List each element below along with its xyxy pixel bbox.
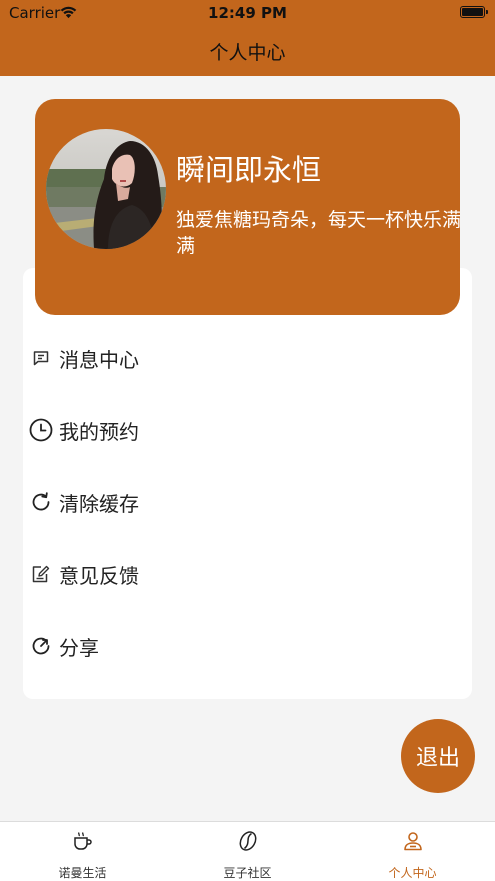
username: 瞬间即永恒 [176,153,322,187]
avatar-photo [46,129,166,249]
coffee-bean-icon [239,831,257,851]
page-title: 个人中心 [209,42,286,64]
menu-item-messages[interactable]: 消息中心 [23,328,472,388]
message-icon [29,346,53,370]
menu-item-label: 消息中心 [59,347,139,372]
coffee-cup-icon [74,832,92,850]
tab-community[interactable]: 豆子社区 [165,822,330,881]
profile-screen: Carrier 12:49 PM 个人中心 消息中心 我的预约 清除缓存 意见反… [0,0,495,881]
menu-card: 消息中心 我的预约 清除缓存 意见反馈 分享 [23,268,472,699]
person-icon [404,832,422,851]
tab-label: 豆子社区 [223,866,272,880]
status-time: 12:49 PM [208,4,287,22]
share-icon [29,634,53,658]
menu-item-label: 意见反馈 [59,563,139,588]
user-bio: 独爱焦糖玛奇朵，每天一杯快乐满满 [176,209,460,257]
menu-item-label: 清除缓存 [59,491,139,516]
menu-item-label: 分享 [59,635,99,660]
logout-button[interactable]: 退出 [401,719,475,793]
tab-life[interactable]: 诺曼生活 [0,822,165,881]
tab-label: 个人中心 [388,866,437,880]
menu-item-label: 我的预约 [59,419,139,444]
menu-item-feedback[interactable]: 意见反馈 [23,544,472,604]
profile-card[interactable]: 瞬间即永恒 独爱焦糖玛奇朵，每天一杯快乐满满 [35,99,460,315]
tab-profile[interactable]: 个人中心 [330,822,495,881]
menu-item-share[interactable]: 分享 [23,616,472,676]
top-bar: Carrier 12:49 PM 个人中心 [0,0,495,76]
tab-label: 诺曼生活 [58,866,107,880]
menu-item-appointments[interactable]: 我的预约 [23,400,472,460]
battery-icon [460,6,488,18]
refresh-icon [29,490,53,514]
status-bar: Carrier 12:49 PM [0,0,495,26]
clock-icon [29,418,53,442]
tab-bar: 诺曼生活 豆子社区 个人中心 [0,821,495,881]
feedback-icon [29,562,53,586]
avatar[interactable] [46,129,166,249]
menu-item-clear-cache[interactable]: 清除缓存 [23,472,472,532]
